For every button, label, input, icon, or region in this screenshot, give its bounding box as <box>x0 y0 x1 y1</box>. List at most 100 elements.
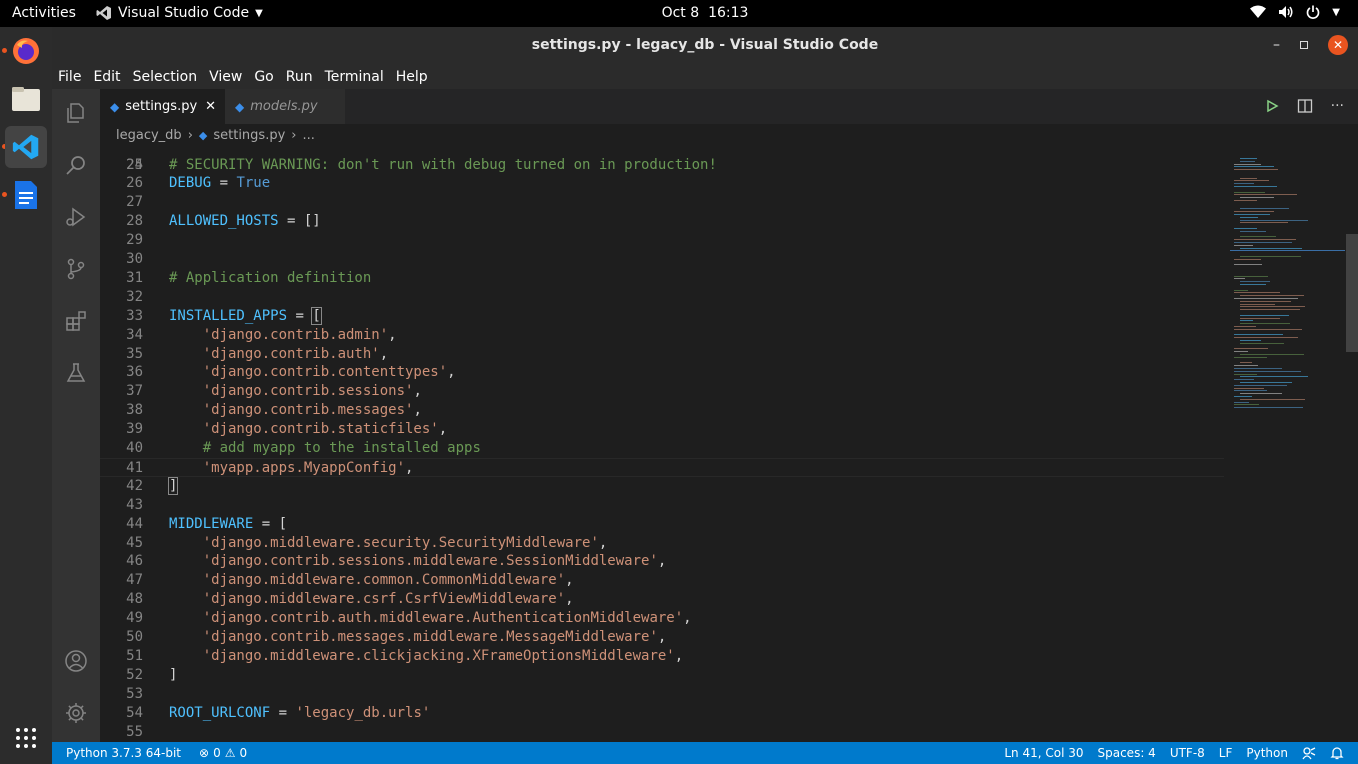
breadcrumb-file[interactable]: settings.py <box>213 128 285 143</box>
app-menu[interactable]: Visual Studio Code ▼ <box>96 5 263 21</box>
minimap-line <box>1240 306 1305 308</box>
code-editor[interactable]: 24 25 # SECURITY WARNING: don't run with … <box>100 146 1358 742</box>
code-line: 32 <box>100 288 1224 307</box>
menu-go[interactable]: Go <box>254 69 273 85</box>
line-code: 'django.contrib.staticfiles', <box>169 420 447 439</box>
minimap-line <box>1234 258 1261 260</box>
encoding[interactable]: UTF-8 <box>1170 746 1205 760</box>
line-number: 54 <box>126 704 143 721</box>
python-interpreter[interactable]: Python 3.7.3 64-bit <box>66 746 181 760</box>
code-line: 54 ROOT_URLCONF = 'legacy_db.urls' <box>100 704 1224 723</box>
activities-button[interactable]: Activities <box>12 5 76 21</box>
code-token: 'django.contrib.staticfiles' <box>202 421 439 438</box>
vertical-scrollbar[interactable] <box>1345 146 1358 742</box>
minimap-line <box>1234 298 1298 299</box>
firefox-launcher[interactable] <box>5 30 47 72</box>
line-number: 55 <box>126 723 143 740</box>
line-number: 25 <box>126 156 143 173</box>
source-control-icon[interactable] <box>62 255 90 283</box>
more-actions-icon[interactable]: ··· <box>1331 98 1344 114</box>
line-number: 53 <box>126 685 143 702</box>
tab-models-py[interactable]: ◆ models.py <box>225 89 345 124</box>
explorer-icon[interactable] <box>62 99 90 127</box>
menu-help[interactable]: Help <box>396 69 428 85</box>
window-title: settings.py - legacy_db - Visual Studio … <box>531 37 879 53</box>
code-line: 35 'django.contrib.auth', <box>100 345 1224 364</box>
line-code: 'django.contrib.auth', <box>169 345 388 364</box>
minimap-line <box>1240 158 1257 159</box>
language-mode[interactable]: Python <box>1246 746 1288 760</box>
split-editor-icon[interactable] <box>1297 98 1313 114</box>
menu-run[interactable]: Run <box>286 69 313 85</box>
clock-date: Oct 8 <box>661 5 700 21</box>
minimap-line <box>1240 393 1282 395</box>
code-token: ROOT_URLCONF <box>169 704 271 721</box>
code-token: ] <box>169 666 178 683</box>
vscode-launcher[interactable] <box>5 126 47 168</box>
code-token: 'django.contrib.admin' <box>202 326 389 343</box>
feedback-icon[interactable] <box>1302 746 1316 760</box>
system-tray[interactable]: ▼ <box>1250 5 1340 19</box>
line-code: # Application definition <box>169 269 371 288</box>
minimap-visible-region <box>1230 250 1345 251</box>
line-number: 39 <box>126 421 143 438</box>
line-number: 50 <box>126 629 143 645</box>
line-code: # add myapp to the installed apps <box>169 439 481 458</box>
run-file-icon[interactable] <box>1265 99 1279 113</box>
code-token: , <box>565 591 574 608</box>
account-icon[interactable] <box>62 647 90 675</box>
writer-launcher[interactable] <box>5 174 47 216</box>
line-number: 44 <box>126 515 143 532</box>
code-token: True <box>236 175 271 192</box>
breadcrumb-symbols[interactable]: ... <box>302 128 314 143</box>
files-launcher[interactable] <box>5 78 47 120</box>
line-number: 30 <box>126 251 143 267</box>
notifications-bell-icon[interactable] <box>1330 746 1344 760</box>
menu-edit[interactable]: Edit <box>93 69 120 85</box>
code-line: 46 'django.contrib.sessions.middleware.S… <box>100 552 1224 571</box>
minimap-line <box>1234 163 1262 165</box>
maximize-button[interactable] <box>1300 41 1308 49</box>
run-debug-icon[interactable] <box>62 203 90 231</box>
code-token: 'django.middleware.common.CommonMiddlewa… <box>202 572 566 589</box>
testing-flask-icon[interactable] <box>62 359 90 387</box>
line-code: 'django.contrib.sessions', <box>169 382 422 401</box>
window-titlebar[interactable]: settings.py - legacy_db - Visual Studio … <box>52 27 1358 64</box>
indentation[interactable]: Spaces: 4 <box>1098 746 1156 760</box>
code-token: 'django.contrib.auth.middleware.Authenti… <box>202 610 684 627</box>
show-applications-button[interactable] <box>5 717 47 759</box>
close-tab-icon[interactable]: ✕ <box>205 99 216 114</box>
breadcrumb-folder[interactable]: legacy_db <box>116 128 182 143</box>
minimize-button[interactable]: – <box>1273 37 1280 53</box>
minimap-line <box>1234 264 1262 266</box>
code-token: = <box>287 307 313 324</box>
close-button[interactable]: ✕ <box>1328 35 1348 55</box>
cursor-position[interactable]: Ln 41, Col 30 <box>1004 746 1083 760</box>
minimap-line <box>1240 247 1303 249</box>
line-number: 37 <box>126 383 143 400</box>
menu-selection[interactable]: Selection <box>133 69 198 85</box>
minimap-line <box>1234 351 1248 353</box>
minimap-line <box>1234 407 1303 409</box>
line-code: # SECURITY WARNING: don't run with debug… <box>169 156 717 175</box>
search-icon[interactable] <box>62 151 90 179</box>
minimap-line <box>1240 320 1254 322</box>
code-line: 26 DEBUG = True <box>100 174 1224 193</box>
menu-terminal[interactable]: Terminal <box>325 69 384 85</box>
problems-indicator[interactable]: ⊗ 0 ⚠ 0 <box>199 746 247 760</box>
extensions-icon[interactable] <box>62 307 90 335</box>
clock[interactable]: Oct 8 16:13 <box>662 5 749 21</box>
line-code: ROOT_URLCONF = 'legacy_db.urls' <box>169 704 430 723</box>
menu-file[interactable]: File <box>58 69 81 85</box>
minimap[interactable] <box>1230 146 1345 742</box>
menu-view[interactable]: View <box>209 69 242 85</box>
scrollbar-thumb[interactable] <box>1346 234 1358 352</box>
minimap-line <box>1240 256 1301 257</box>
settings-gear-icon[interactable] <box>62 699 90 727</box>
error-icon: ⊗ <box>199 746 210 760</box>
code-token: , <box>388 326 397 343</box>
end-of-line[interactable]: LF <box>1219 746 1233 760</box>
tab-settings-py[interactable]: ◆ settings.py ✕ <box>100 89 225 124</box>
close-icon: ✕ <box>1332 38 1344 52</box>
